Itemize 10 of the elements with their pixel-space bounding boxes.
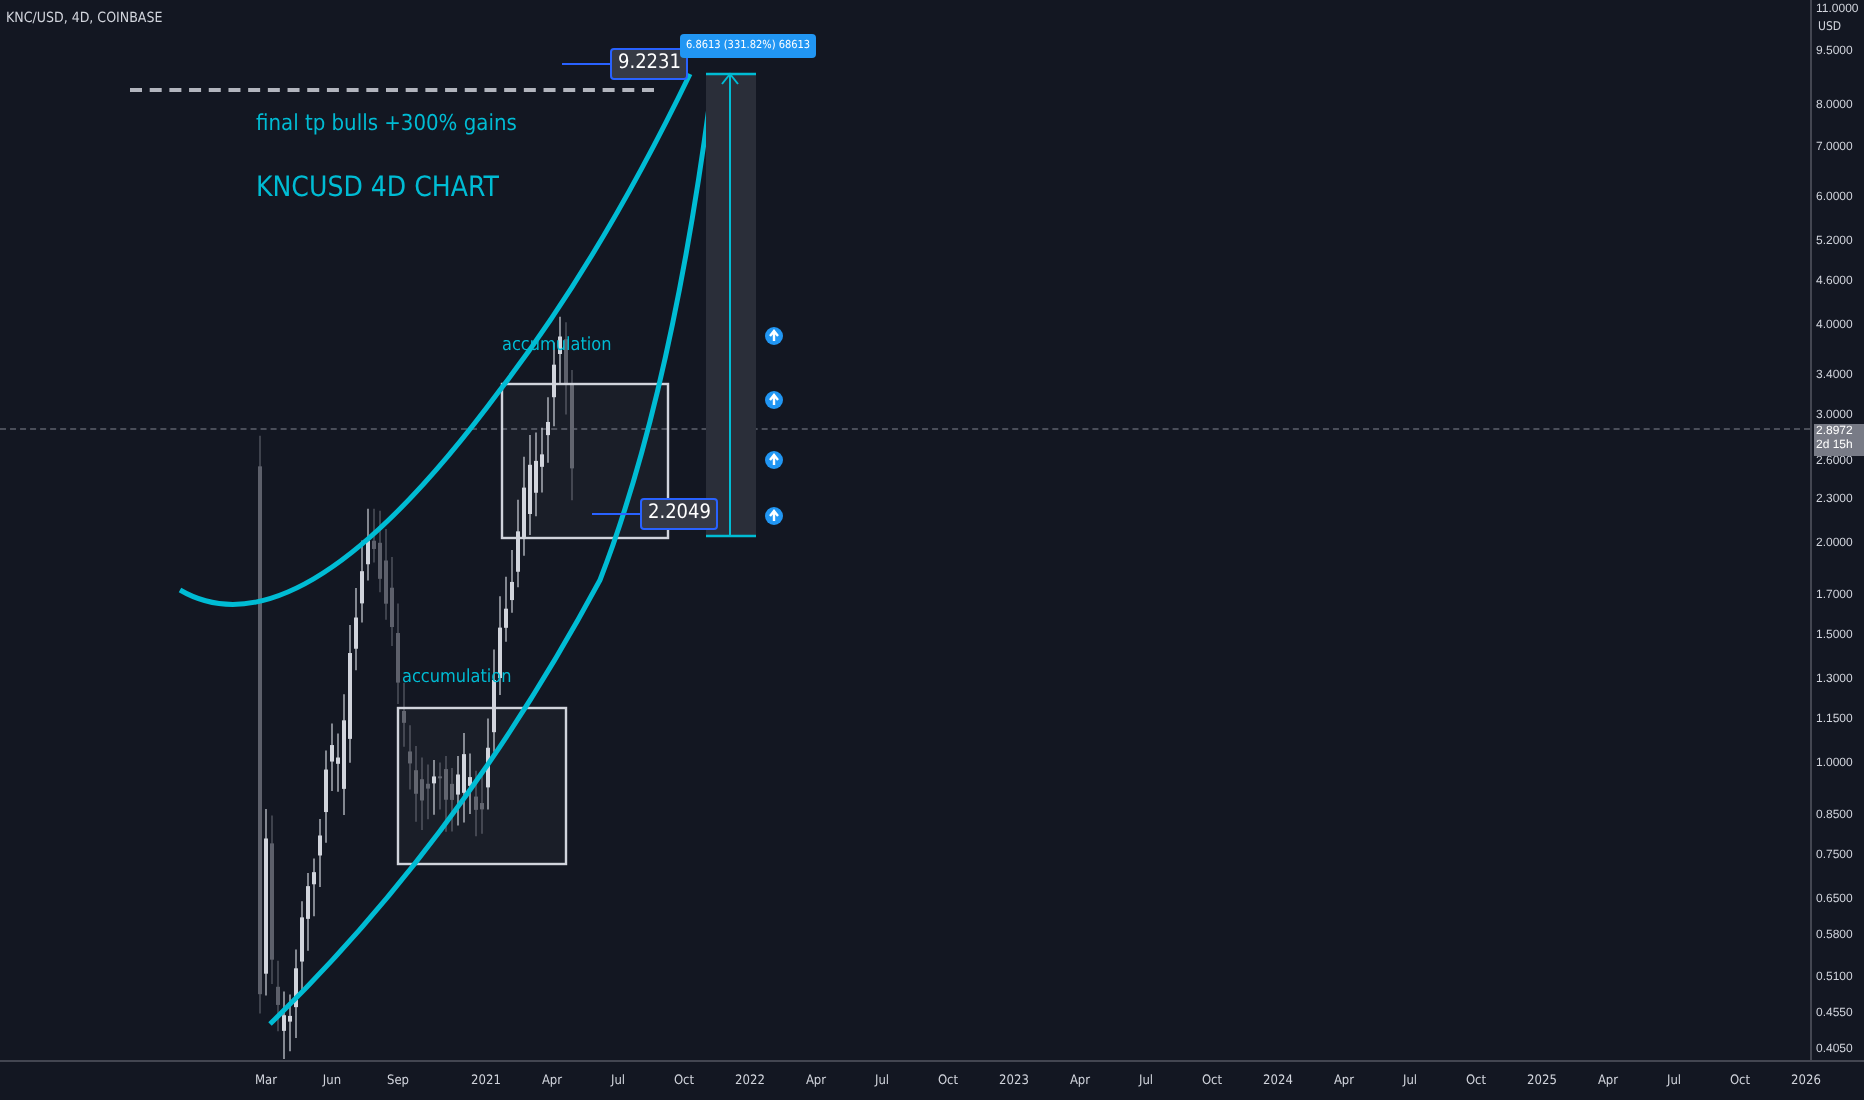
up-arrow-icon <box>765 391 783 409</box>
target-label: final tp bulls +300% gains <box>256 110 517 136</box>
leader-line <box>591 513 643 515</box>
up-arrow-icon <box>765 327 783 345</box>
price-label: 9.2231 <box>610 48 689 80</box>
up-arrow-icon <box>765 507 783 525</box>
leader-line <box>561 63 613 65</box>
chart-title: KNCUSD 4D CHART <box>256 172 499 204</box>
price-label: 2.2049 <box>640 498 719 530</box>
up-arrow-icon <box>765 451 783 469</box>
